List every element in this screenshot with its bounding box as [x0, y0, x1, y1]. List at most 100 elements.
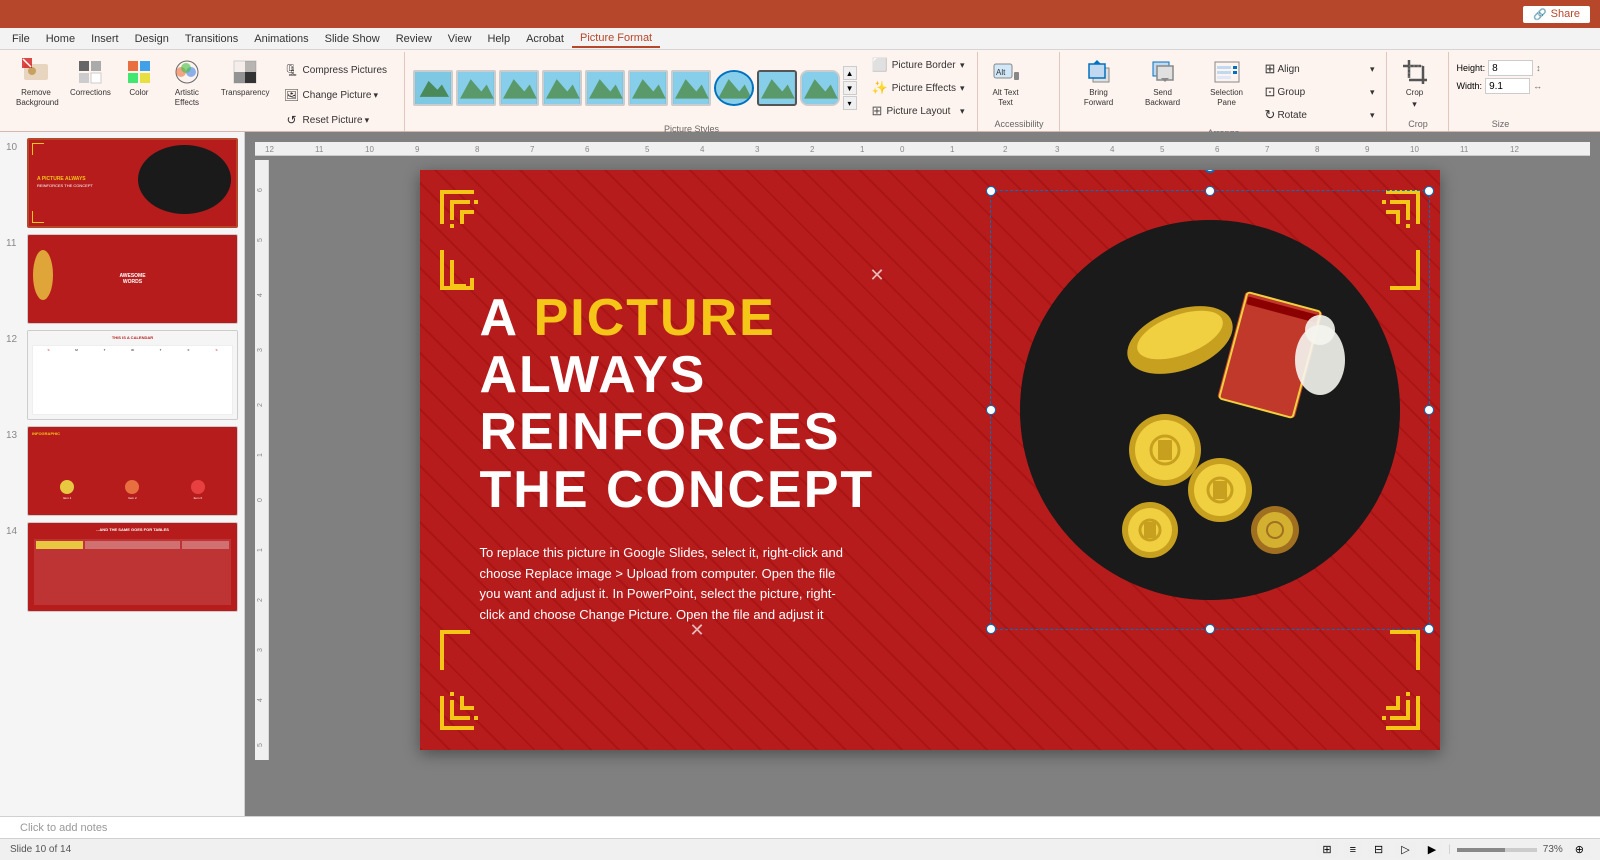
slide-image-container[interactable] — [1000, 200, 1420, 620]
menubar: File Home Insert Design Transitions Anim… — [0, 28, 1600, 50]
selection-pane-button[interactable]: Selection Pane — [1196, 54, 1258, 111]
ribbon-crop-group: Crop ▾ Crop — [1389, 52, 1449, 131]
slide-thumb-13[interactable]: 13 INFOGRAPHIC Item 1 Item 2 — [6, 426, 238, 516]
send-backward-button[interactable]: Send Backward — [1132, 54, 1194, 111]
pic-style-9[interactable] — [757, 70, 797, 106]
slide-num-14: 14 — [6, 522, 22, 537]
alt-text-button[interactable]: Alt Alt Text Text — [986, 54, 1026, 111]
svg-text:6: 6 — [1215, 145, 1220, 154]
picture-border-button[interactable]: ⬜ Picture Border ▾ — [866, 54, 971, 76]
menu-help[interactable]: Help — [479, 31, 518, 47]
pic-style-6[interactable] — [628, 70, 668, 106]
svg-text:Alt: Alt — [996, 68, 1006, 77]
picture-effects-button[interactable]: ✨ Picture Effects ▾ — [866, 77, 971, 99]
svg-text:1: 1 — [257, 548, 264, 552]
view-normal-button[interactable]: ⊞ — [1316, 841, 1337, 858]
artistic-effects-button[interactable]: Artistic Effects — [161, 54, 213, 111]
accessibility-label: Accessibility — [986, 117, 1053, 129]
corrections-button[interactable]: Corrections — [64, 54, 117, 101]
reset-picture-button[interactable]: ↺ Reset Picture ▾ — [278, 108, 398, 132]
menu-slideshow[interactable]: Slide Show — [317, 31, 388, 47]
menu-acrobat[interactable]: Acrobat — [518, 31, 572, 47]
svg-text:9: 9 — [1365, 145, 1370, 154]
menu-home[interactable]: Home — [38, 31, 83, 47]
notes-placeholder: Click to add notes — [20, 822, 107, 834]
svg-text:12: 12 — [265, 145, 274, 154]
transparency-button[interactable]: Transparency — [215, 54, 276, 101]
canvas-area[interactable]: 12 11 10 9 8 7 6 5 4 3 2 1 0 1 2 3 4 5 6… — [245, 132, 1600, 816]
crop-button[interactable]: Crop ▾ — [1395, 54, 1435, 114]
ribbon-size-group: Height: ↕ Width: ↔ Size — [1451, 52, 1551, 131]
gallery-expand[interactable]: ▾ — [843, 96, 857, 110]
view-reading-button[interactable]: ▷ — [1395, 841, 1415, 858]
rotate-button[interactable]: ↻ Rotate ▾ — [1260, 104, 1380, 126]
size-group-label: Size — [1457, 117, 1545, 129]
svg-text:10: 10 — [1410, 145, 1419, 154]
width-input[interactable] — [1485, 78, 1530, 94]
view-outline-button[interactable]: ≡ — [1344, 842, 1362, 858]
zoom-slider[interactable] — [1457, 848, 1537, 852]
pic-style-4[interactable] — [542, 70, 582, 106]
align-icon: ⊞ — [1265, 61, 1276, 77]
menu-file[interactable]: File — [4, 31, 38, 47]
compress-pictures-button[interactable]: 🗜 Compress Pictures — [278, 58, 398, 82]
ribbon: Remove Background — [0, 50, 1600, 132]
view-slide-sorter-button[interactable]: ⊟ — [1368, 841, 1389, 858]
change-picture-button[interactable]: 🖼 Change Picture ▾ — [278, 83, 398, 107]
compress-icon: 🗜 — [283, 61, 301, 79]
height-input[interactable] — [1488, 60, 1533, 76]
svg-text:0: 0 — [257, 498, 264, 502]
svg-text:1: 1 — [860, 145, 865, 154]
pic-style-1[interactable] — [413, 70, 453, 106]
gallery-scroll-up[interactable]: ▲ — [843, 66, 857, 80]
svg-text:2: 2 — [1003, 145, 1008, 154]
gallery-scroll-down[interactable]: ▼ — [843, 81, 857, 95]
picture-layout-button[interactable]: ⊞ Picture Layout ▾ — [866, 100, 971, 122]
ruler-top: 12 11 10 9 8 7 6 5 4 3 2 1 0 1 2 3 4 5 6… — [255, 142, 1590, 156]
group-button[interactable]: ⊡ Group ▾ — [1260, 81, 1380, 103]
picture-border-icon: ⬜ — [872, 57, 888, 73]
svg-text:5: 5 — [645, 145, 650, 154]
align-button[interactable]: ⊞ Align ▾ — [1260, 58, 1380, 80]
svg-text:3: 3 — [257, 348, 264, 352]
remove-background-button[interactable]: Remove Background — [10, 54, 62, 111]
color-button[interactable]: Color — [119, 54, 159, 101]
alt-text-icon: Alt — [992, 58, 1020, 86]
menu-transitions[interactable]: Transitions — [177, 31, 246, 47]
slide-thumb-11[interactable]: 11 AWESOME WORDS — [6, 234, 238, 324]
svg-text:6: 6 — [257, 188, 264, 192]
slide-thumb-14[interactable]: 14 ...AND THE SAME GOES FOR TABLES — [6, 522, 238, 612]
menu-animations[interactable]: Animations — [246, 31, 316, 47]
share-button[interactable]: 🔗 Share — [1523, 6, 1590, 23]
pic-style-8[interactable] — [714, 70, 754, 106]
menu-review[interactable]: Review — [388, 31, 440, 47]
menu-picture-format[interactable]: Picture Format — [572, 30, 660, 48]
menu-design[interactable]: Design — [127, 31, 177, 47]
pic-style-3[interactable] — [499, 70, 539, 106]
cross-marker-1[interactable]: ✕ — [870, 265, 885, 286]
send-backward-icon — [1149, 58, 1177, 86]
width-row: Width: ↔ — [1457, 78, 1543, 94]
fit-slide-button[interactable]: ⊕ — [1569, 841, 1590, 858]
pic-style-10[interactable] — [800, 70, 840, 106]
remove-background-icon — [22, 58, 50, 86]
pic-style-5[interactable] — [585, 70, 625, 106]
slide-main[interactable]: ✕ ✕ A PICTURE ALWAYS REINFORCES THE CONC… — [420, 170, 1440, 750]
corner-decoration-bl — [430, 620, 550, 740]
slide-thumb-10[interactable]: 10 A PICTURE ALWAYS REINFORCES THE CONCE… — [6, 138, 238, 228]
view-slideshow-button[interactable]: ▶ — [1422, 841, 1442, 858]
slide-thumb-12[interactable]: 12 THIS IS A CALENDAR S M T W T F S — [6, 330, 238, 420]
slide-img-14: ...AND THE SAME GOES FOR TABLES — [27, 522, 238, 612]
svg-text:8: 8 — [475, 145, 480, 154]
svg-text:4: 4 — [257, 293, 264, 297]
menu-view[interactable]: View — [440, 31, 480, 47]
menu-insert[interactable]: Insert — [83, 31, 127, 47]
svg-text:5: 5 — [1160, 145, 1165, 154]
slide-num-13: 13 — [6, 426, 22, 441]
slide-panel: 10 A PICTURE ALWAYS REINFORCES THE CONCE… — [0, 132, 245, 816]
slide-img-12: THIS IS A CALENDAR S M T W T F S — [27, 330, 238, 420]
pic-style-2[interactable] — [456, 70, 496, 106]
notes-area[interactable]: Click to add notes — [0, 816, 1600, 838]
pic-style-7[interactable] — [671, 70, 711, 106]
bring-forward-button[interactable]: Bring Forward — [1068, 54, 1130, 111]
